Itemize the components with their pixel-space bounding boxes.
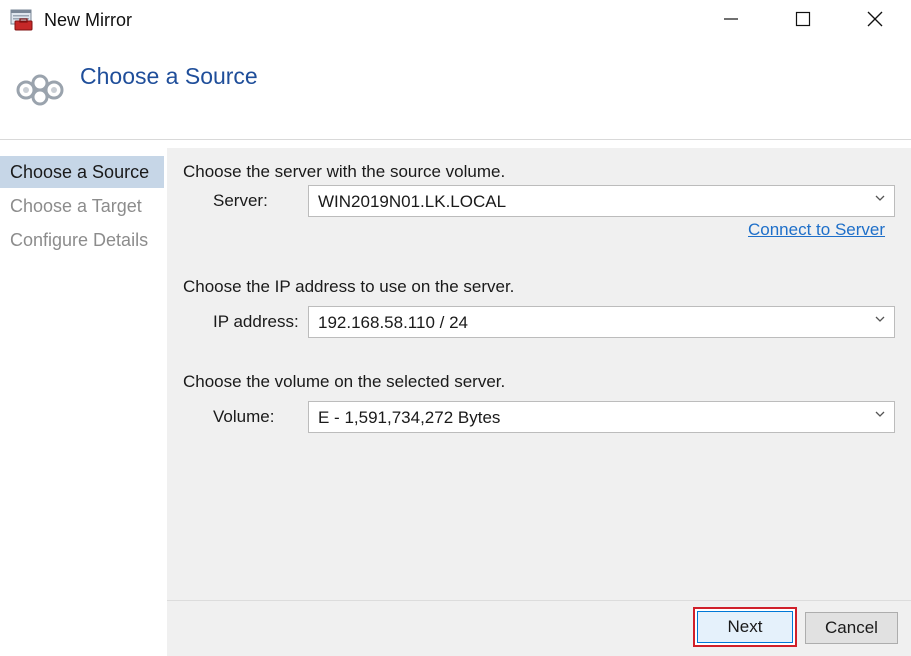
nav-step-configure-details: Configure Details <box>10 230 149 250</box>
app-window-icon <box>10 9 34 31</box>
close-button[interactable] <box>839 0 911 42</box>
nav-step-choose-target: Choose a Target <box>10 196 142 216</box>
maximize-icon <box>795 11 811 32</box>
minimize-button[interactable] <box>695 0 767 42</box>
connect-to-server-link[interactable]: Connect to Server <box>748 220 885 240</box>
nav-step-choose-source[interactable]: Choose a Source <box>0 156 164 188</box>
server-prompt: Choose the server with the source volume… <box>183 162 506 181</box>
page-title: Choose a Source <box>80 63 258 89</box>
server-value: WIN2019N01.LK.LOCAL <box>318 192 507 211</box>
ip-address-dropdown[interactable]: 192.168.58.110 / 24 <box>308 306 895 338</box>
chevron-down-icon <box>874 312 886 324</box>
volume-label: Volume: <box>213 407 275 426</box>
wizard-header: Choose a Source <box>0 42 911 140</box>
volume-dropdown[interactable]: E - 1,591,734,272 Bytes <box>308 401 895 433</box>
title-bar: New Mirror <box>0 0 911 42</box>
volume-prompt: Choose the volume on the selected server… <box>183 372 506 391</box>
chevron-down-icon <box>874 407 886 419</box>
ip-prompt: Choose the IP address to use on the serv… <box>183 277 515 296</box>
wizard-footer <box>167 600 911 656</box>
cancel-button[interactable]: Cancel <box>805 612 898 644</box>
close-icon <box>866 10 884 33</box>
server-dropdown[interactable]: WIN2019N01.LK.LOCAL <box>308 185 895 217</box>
volume-value: E - 1,591,734,272 Bytes <box>318 408 501 427</box>
minimize-icon <box>723 11 739 32</box>
wizard-steps-nav: Choose a Source Choose a Target Configur… <box>0 148 164 656</box>
ip-value: 192.168.58.110 / 24 <box>318 313 468 332</box>
chevron-down-icon <box>874 191 886 203</box>
server-label: Server: <box>213 191 268 210</box>
mirror-icon <box>14 70 66 110</box>
ip-label: IP address: <box>213 312 299 331</box>
next-button[interactable]: Next <box>697 611 793 643</box>
maximize-button[interactable] <box>767 0 839 42</box>
window-title: New Mirror <box>44 10 132 30</box>
